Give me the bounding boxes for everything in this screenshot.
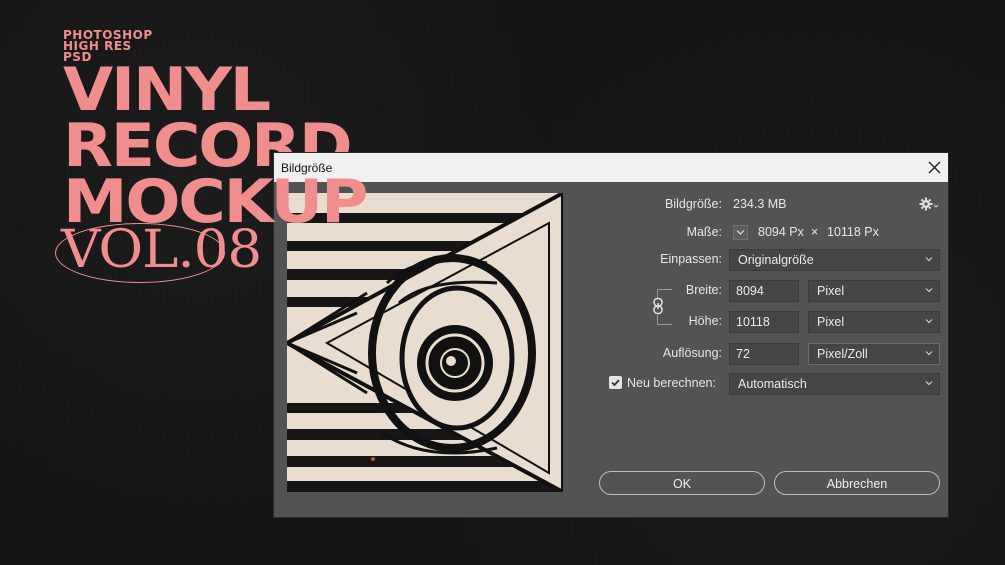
poster-title-line1: VINYL — [63, 55, 271, 125]
eye-artwork-image — [287, 193, 563, 492]
chevron-down-icon — [925, 257, 933, 262]
constrain-proportions-toggle[interactable] — [651, 297, 665, 315]
settings-gear-button[interactable] — [919, 197, 939, 213]
gear-icon — [919, 197, 939, 211]
resolution-unit-value: Pixel/Zoll — [817, 347, 868, 361]
chevron-down-icon — [925, 288, 933, 293]
cancel-button[interactable]: Abbrechen — [774, 471, 940, 495]
image-size-label: Bildgröße: — [665, 197, 722, 211]
width-label: Breite: — [685, 283, 722, 297]
image-size-dialog: Bildgröße Bildgröße: 234.3 MB Maße: 8094… — [274, 153, 948, 517]
close-icon — [928, 161, 940, 174]
close-button[interactable] — [920, 153, 948, 182]
fit-select[interactable]: Originalgröße — [729, 249, 940, 271]
checkmark-icon — [611, 379, 620, 387]
resolution-label: Auflösung: — [662, 346, 722, 360]
width-unit-select[interactable]: Pixel — [808, 280, 940, 302]
dimensions-times: × — [811, 225, 819, 239]
chevron-down-icon — [736, 230, 745, 235]
dimensions-height: 10118 Px — [827, 225, 879, 239]
fit-select-value: Originalgröße — [738, 253, 814, 267]
height-label: Höhe: — [688, 314, 722, 328]
height-unit-select[interactable]: Pixel — [808, 311, 940, 333]
height-unit-value: Pixel — [817, 315, 845, 329]
poster-title-line3: MOCKUP — [63, 167, 369, 237]
ok-button[interactable]: OK — [599, 471, 765, 495]
resample-label: Neu berechnen: — [627, 376, 716, 390]
resample-checkbox[interactable] — [609, 376, 622, 389]
resample-select[interactable]: Automatisch — [729, 373, 940, 395]
link-icon — [653, 297, 663, 315]
dialog-titlebar: Bildgröße — [274, 153, 948, 182]
image-size-value: 234.3 MB — [733, 197, 787, 211]
height-input[interactable]: 10118 — [729, 311, 799, 333]
chevron-down-icon — [925, 381, 933, 386]
dimensions-label: Maße: — [686, 225, 722, 239]
chevron-down-icon — [925, 319, 933, 324]
width-input[interactable]: 8094 — [729, 280, 799, 302]
dimensions-dropdown-button[interactable] — [733, 225, 748, 240]
link-bracket-bottom — [657, 314, 672, 325]
resolution-unit-select[interactable]: Pixel/Zoll — [808, 343, 940, 365]
width-unit-value: Pixel — [817, 284, 845, 298]
image-preview[interactable] — [287, 193, 563, 492]
fit-label: Einpassen: — [660, 252, 722, 266]
resolution-input[interactable]: 72 — [729, 343, 799, 365]
dimensions-width: 8094 Px — [758, 225, 804, 239]
chevron-down-icon — [925, 351, 933, 356]
resample-select-value: Automatisch — [738, 377, 807, 391]
